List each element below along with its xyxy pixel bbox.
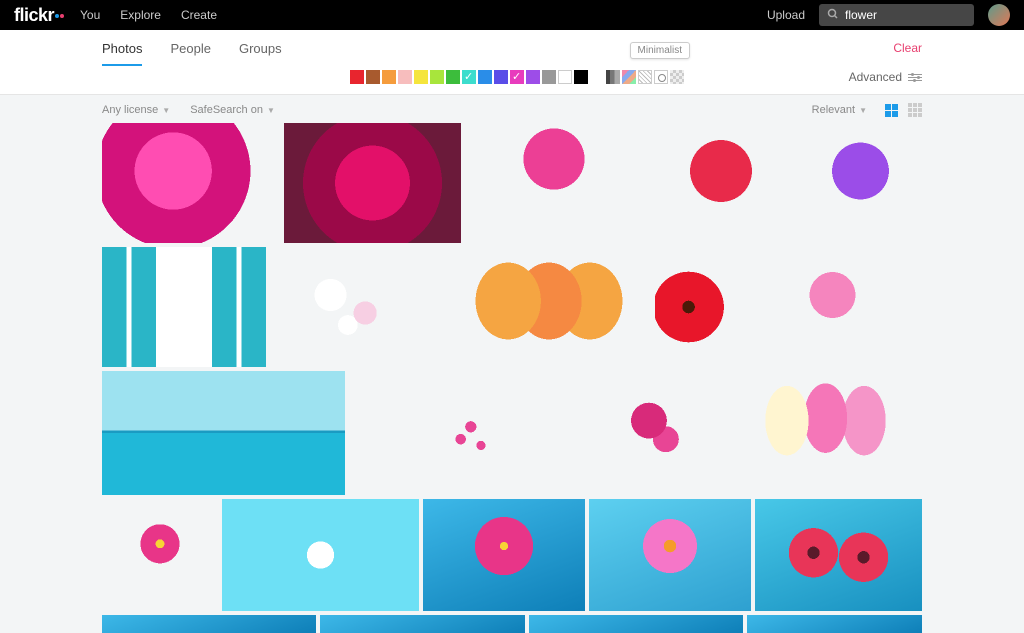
style-pattern[interactable] — [638, 70, 652, 84]
style-color[interactable] — [622, 70, 636, 84]
safesearch-dropdown[interactable]: SafeSearch on▼ — [190, 104, 275, 116]
search-icon — [827, 8, 839, 23]
photo-tile[interactable] — [270, 247, 444, 367]
photo-tile[interactable] — [647, 123, 795, 243]
tab-photos[interactable]: Photos — [102, 31, 142, 66]
sort-dropdown[interactable]: Relevant▼ — [812, 104, 867, 116]
clear-link[interactable]: Clear — [893, 41, 922, 55]
color-swatch[interactable] — [526, 70, 540, 84]
advanced-label: Advanced — [849, 70, 902, 84]
photo-tile[interactable] — [102, 247, 266, 367]
check-icon: ✓ — [512, 70, 521, 84]
color-swatch[interactable] — [398, 70, 412, 84]
style-tooltip: Minimalist — [630, 42, 690, 59]
color-swatch[interactable]: ✓ — [510, 70, 524, 84]
filter-bar: Any license▼ SafeSearch on▼ Relevant▼ — [102, 95, 922, 123]
style-swatches — [606, 70, 684, 84]
photo-tile[interactable] — [423, 499, 585, 611]
photo-tile[interactable] — [102, 499, 218, 611]
color-swatch[interactable] — [350, 70, 364, 84]
check-icon: ✓ — [464, 70, 473, 84]
photo-tile[interactable] — [320, 615, 524, 633]
color-swatch[interactable] — [366, 70, 380, 84]
logo-dots-icon — [54, 5, 64, 26]
color-swatch[interactable] — [494, 70, 508, 84]
photo-tile[interactable] — [529, 615, 743, 633]
photo-tile[interactable] — [447, 247, 650, 367]
tabs-row: Photos People Groups Minimalist Clear — [102, 30, 922, 66]
photo-tile[interactable] — [284, 123, 462, 243]
photo-tile[interactable] — [102, 371, 345, 495]
photo-tile[interactable] — [222, 499, 419, 611]
photo-tile[interactable] — [465, 123, 643, 243]
photo-tile[interactable] — [729, 371, 922, 495]
flickr-logo[interactable]: flickr — [14, 5, 64, 26]
color-swatch[interactable] — [446, 70, 460, 84]
license-dropdown[interactable]: Any license▼ — [102, 104, 170, 116]
upload-link[interactable]: Upload — [767, 8, 805, 22]
photo-tile[interactable] — [556, 371, 725, 495]
color-swatch[interactable] — [382, 70, 396, 84]
photo-tile[interactable] — [589, 499, 751, 611]
caret-down-icon: ▼ — [162, 106, 170, 115]
color-swatches: ✓✓ — [350, 70, 588, 84]
photo-tile[interactable] — [102, 615, 316, 633]
photo-tile[interactable] — [102, 123, 280, 243]
color-swatch[interactable] — [558, 70, 572, 84]
color-swatch[interactable] — [574, 70, 588, 84]
nav-explore[interactable]: Explore — [120, 8, 161, 22]
color-swatch[interactable] — [430, 70, 444, 84]
photo-tile[interactable] — [655, 247, 739, 367]
sub-navigation: Photos People Groups Minimalist Clear ✓✓… — [0, 30, 1024, 95]
color-swatch[interactable] — [542, 70, 556, 84]
caret-down-icon: ▼ — [267, 106, 275, 115]
top-navigation: flickr You Explore Create Upload — [0, 0, 1024, 30]
sliders-icon — [908, 74, 922, 81]
photo-tile[interactable] — [349, 371, 552, 495]
style-texture[interactable] — [670, 70, 684, 84]
photo-tile[interactable] — [747, 615, 922, 633]
color-swatch[interactable]: ✓ — [462, 70, 476, 84]
photo-tile[interactable] — [755, 499, 922, 611]
color-swatch[interactable] — [478, 70, 492, 84]
nav-you[interactable]: You — [80, 8, 100, 22]
photo-tile[interactable] — [743, 247, 922, 367]
photo-tile[interactable] — [799, 123, 922, 243]
view-large-grid-icon[interactable] — [885, 104, 898, 117]
search-box[interactable] — [819, 4, 974, 26]
tab-groups[interactable]: Groups — [239, 31, 282, 66]
style-minimalist[interactable] — [654, 70, 668, 84]
style-bw[interactable] — [606, 70, 620, 84]
tab-people[interactable]: People — [170, 31, 210, 66]
caret-down-icon: ▼ — [859, 106, 867, 115]
color-swatch[interactable] — [414, 70, 428, 84]
image-grid — [102, 123, 922, 633]
search-input[interactable] — [845, 8, 966, 22]
filters-row: ✓✓ Advanced — [102, 66, 922, 94]
advanced-toggle[interactable]: Advanced — [849, 70, 922, 84]
avatar[interactable] — [988, 4, 1010, 26]
view-small-grid-icon[interactable] — [908, 103, 922, 117]
logo-text: flickr — [14, 5, 54, 25]
nav-create[interactable]: Create — [181, 8, 217, 22]
